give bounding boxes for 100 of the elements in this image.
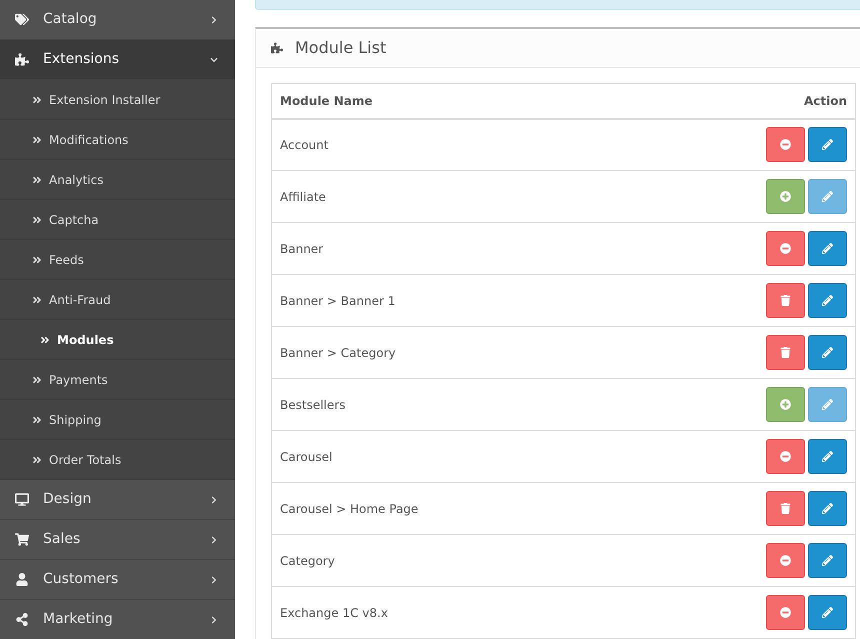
panel-title: Module List <box>295 37 386 59</box>
chevron-right-icon <box>210 16 218 24</box>
submenu-item[interactable]: Extension Installer <box>0 80 235 120</box>
submenu-label: Analytics <box>49 172 104 188</box>
submenu-item[interactable]: Anti-Fraud <box>0 280 235 320</box>
tag-icon <box>15 13 29 26</box>
submenu-item[interactable]: Captcha <box>0 200 235 240</box>
double-chevron-icon <box>40 334 50 344</box>
table-cell: Category <box>272 534 634 586</box>
pencil-icon <box>822 243 833 254</box>
edit-button[interactable] <box>808 231 847 266</box>
menu-label: Extensions <box>43 50 120 69</box>
submenu-item[interactable]: Payments <box>0 360 235 400</box>
trash-icon <box>780 347 791 358</box>
menu-item[interactable]: Customers <box>0 560 235 600</box>
install-button[interactable] <box>766 387 805 422</box>
double-chevron-icon <box>32 254 42 264</box>
chevron-right-icon <box>210 536 218 544</box>
submenu-label: Captcha <box>49 212 99 228</box>
column-header: Action <box>634 84 856 118</box>
share-icon <box>15 613 29 626</box>
double-chevron-icon <box>32 134 42 144</box>
chevron-right-icon <box>210 496 218 504</box>
uninstall-button[interactable] <box>766 127 805 162</box>
pencil-icon <box>822 503 833 514</box>
delete-button[interactable] <box>766 283 805 318</box>
submenu-item[interactable]: Modules <box>0 320 235 360</box>
trash-icon <box>780 503 791 514</box>
pencil-icon <box>822 139 833 150</box>
column-header: Module Name <box>272 84 634 118</box>
table-cell: Carousel > Home Page <box>272 482 634 534</box>
pencil-icon <box>822 191 833 202</box>
double-chevron-icon <box>32 414 42 424</box>
menu-item[interactable]: Sales <box>0 520 235 560</box>
menu-label: Catalog <box>43 10 98 29</box>
submenu-label: Modules <box>57 332 114 348</box>
double-chevron-icon <box>32 374 42 384</box>
pencil-icon <box>822 451 833 462</box>
table-cell: Affiliate <box>272 170 634 222</box>
menu-label: Marketing <box>43 610 114 629</box>
pencil-icon <box>822 295 833 306</box>
uninstall-button[interactable] <box>766 439 805 474</box>
cart-icon <box>15 533 29 546</box>
pencil-icon <box>822 399 833 410</box>
puzzle-icon <box>271 42 283 54</box>
double-chevron-icon <box>32 454 42 464</box>
submenu-item[interactable]: Analytics <box>0 160 235 200</box>
chevron-right-icon <box>210 616 218 624</box>
submenu-label: Payments <box>49 372 108 388</box>
monitor-icon <box>15 493 29 506</box>
double-chevron-icon <box>32 94 42 104</box>
uninstall-button[interactable] <box>766 595 805 630</box>
submenu-label: Modifications <box>49 132 128 148</box>
edit-button[interactable] <box>808 595 847 630</box>
double-chevron-icon <box>32 214 42 224</box>
puzzle-icon <box>15 53 29 66</box>
double-chevron-icon <box>32 294 42 304</box>
table-cell: Banner > Banner 1 <box>272 274 634 326</box>
submenu-label: Feeds <box>49 252 84 268</box>
pencil-icon <box>822 607 833 618</box>
edit-button[interactable] <box>808 387 847 422</box>
submenu-item[interactable]: Modifications <box>0 120 235 160</box>
submenu-label: Shipping <box>49 412 102 428</box>
table-cell: Account <box>272 118 634 170</box>
edit-button[interactable] <box>808 543 847 578</box>
trash-icon <box>780 295 791 306</box>
delete-button[interactable] <box>766 335 805 370</box>
uninstall-button[interactable] <box>766 543 805 578</box>
user-icon <box>15 573 29 586</box>
edit-button[interactable] <box>808 491 847 526</box>
edit-button[interactable] <box>808 283 847 318</box>
edit-button[interactable] <box>808 179 847 214</box>
submenu-label: Anti-Fraud <box>49 292 111 308</box>
menu-label: Customers <box>43 570 120 589</box>
menu-item[interactable]: Marketing <box>0 600 235 639</box>
menu-label: Sales <box>43 530 82 549</box>
chevron-down-icon <box>210 56 218 64</box>
submenu-label: Extension Installer <box>49 92 160 108</box>
menu-label: Design <box>43 490 92 509</box>
menu-item[interactable]: Extensions <box>0 40 235 80</box>
edit-button[interactable] <box>808 439 847 474</box>
pencil-icon <box>822 555 833 566</box>
edit-button[interactable] <box>808 335 847 370</box>
install-button[interactable] <box>766 179 805 214</box>
table-cell: Banner <box>272 222 634 274</box>
menu-item[interactable]: Design <box>0 480 235 520</box>
table-cell: Exchange 1C v8.x <box>272 586 634 638</box>
submenu-item[interactable]: Shipping <box>0 400 235 440</box>
chevron-right-icon <box>210 576 218 584</box>
delete-button[interactable] <box>766 491 805 526</box>
double-chevron-icon <box>32 174 42 184</box>
pencil-icon <box>822 347 833 358</box>
submenu-label: Order Totals <box>49 452 122 468</box>
table-cell: Bestsellers <box>272 378 634 430</box>
table-cell: Carousel <box>272 430 634 482</box>
edit-button[interactable] <box>808 127 847 162</box>
uninstall-button[interactable] <box>766 231 805 266</box>
submenu-item[interactable]: Feeds <box>0 240 235 280</box>
table-cell: Banner > Category <box>272 326 634 378</box>
submenu-item[interactable]: Order Totals <box>0 440 235 480</box>
